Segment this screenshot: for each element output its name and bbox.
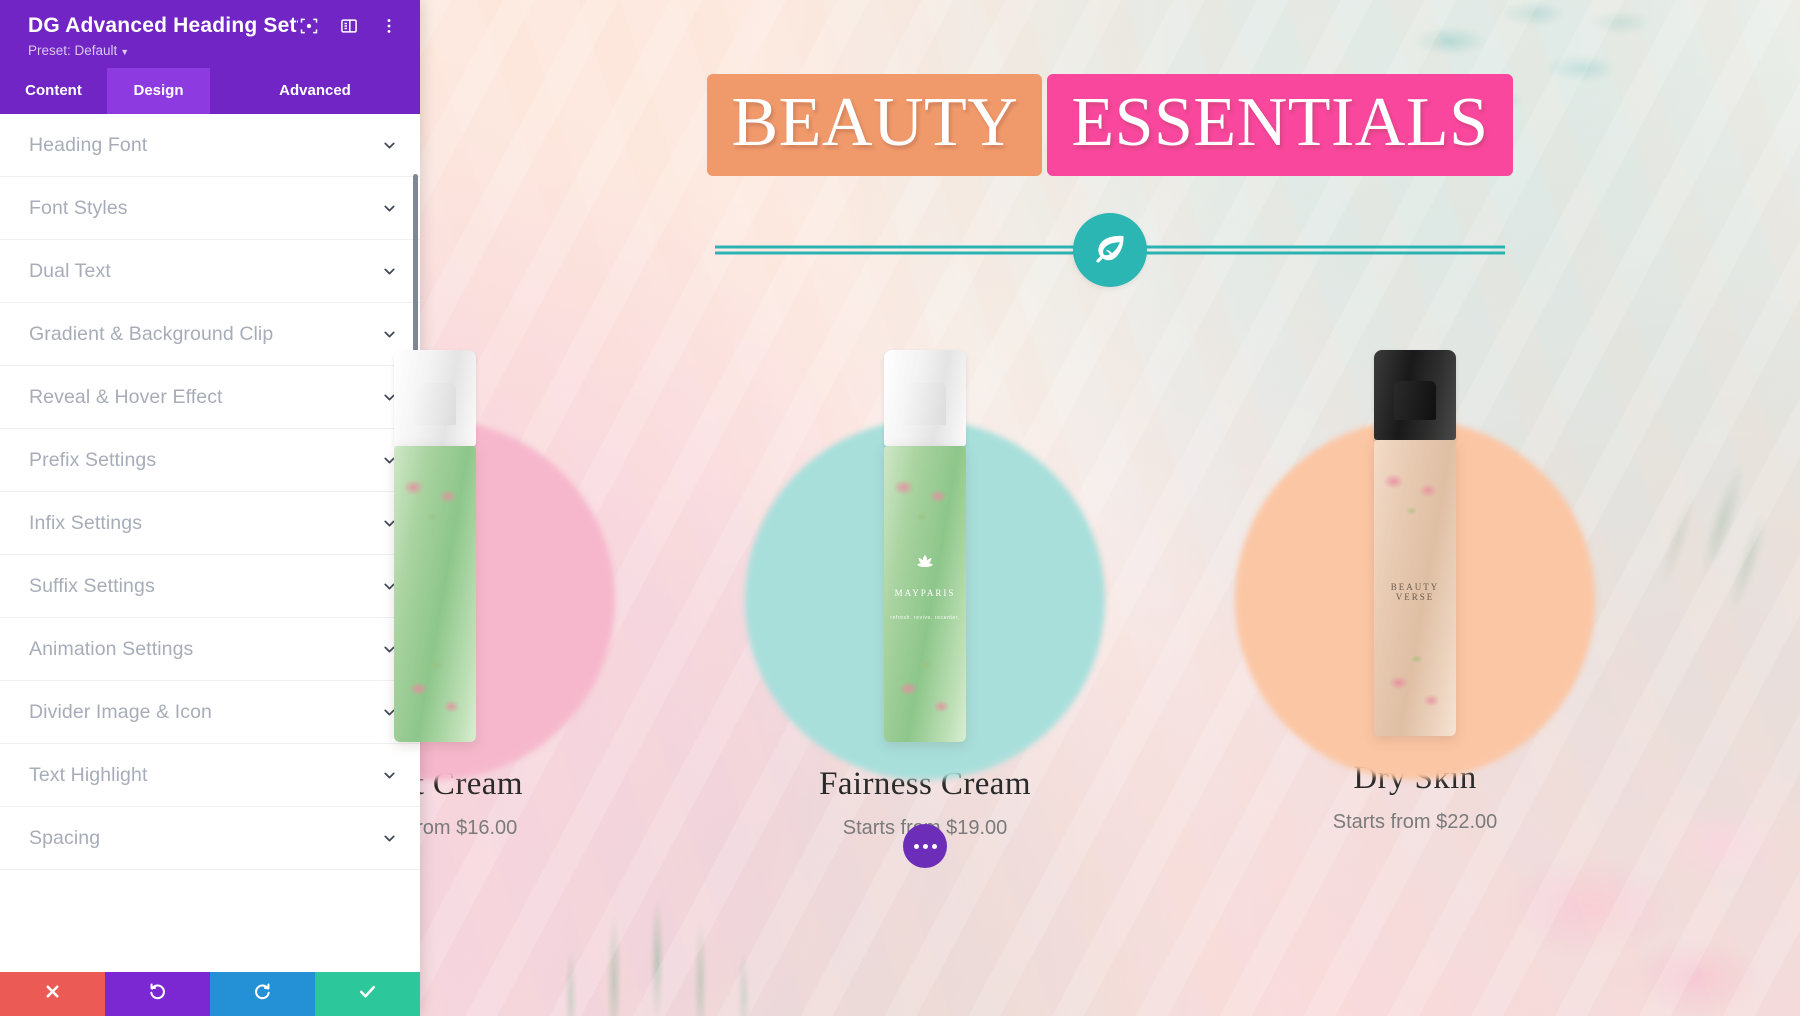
dot-icon (922, 843, 928, 849)
check-icon (358, 982, 377, 1006)
leaf-icon (1091, 231, 1129, 269)
product-card[interactable]: MAYPARIS refresh. revive. recenter. Fair… (710, 300, 1140, 868)
heading-line: BEAUTY ESSENTIALS (707, 74, 1513, 176)
panel-title: DG Advanced Heading Setti... (28, 14, 298, 37)
bottle-cap (394, 350, 476, 446)
chevron-down-icon (381, 767, 398, 784)
settings-row-gradient-background-clip[interactable]: Gradient & Background Clip (0, 303, 420, 366)
chevron-down-icon (381, 200, 398, 217)
undo-icon (148, 982, 167, 1006)
product-bottle-image: MAYPARIS refresh. revive. recenter. (884, 350, 966, 742)
settings-row-prefix-settings[interactable]: Prefix Settings (0, 429, 420, 492)
settings-row-dual-text[interactable]: Dual Text (0, 240, 420, 303)
bottle-brand-text: MAYPARIS (894, 588, 956, 599)
product-bottle-image: BEAUTY VERSE (1374, 350, 1456, 736)
settings-row-spacing[interactable]: Spacing (0, 807, 420, 870)
bottle-tagline-text: refresh. revive. recenter. (890, 614, 960, 621)
advanced-heading-module[interactable]: BEAUTY ESSENTIALS (420, 0, 1800, 292)
heading-suffix: ESSENTIALS (1047, 74, 1513, 176)
tab-design[interactable]: Design (107, 68, 210, 114)
product-price: Starts from $22.00 (1332, 811, 1498, 833)
module-settings-panel: DG Advanced Heading Setti... (0, 0, 420, 1016)
bottle-floral-print (394, 446, 476, 742)
settings-row-reveal-hover-effect[interactable]: Reveal & Hover Effect (0, 366, 420, 429)
settings-row-label: Gradient & Background Clip (29, 322, 274, 345)
settings-option-list: Heading Font Font Styles Dual Text Gradi… (0, 114, 420, 972)
close-icon (43, 982, 62, 1006)
dot-icon (913, 843, 919, 849)
settings-row-label: Dual Text (29, 259, 111, 282)
heading-divider (715, 208, 1505, 292)
panel-tabs: Content Design Advanced (0, 68, 420, 114)
panel-header-icons (298, 15, 404, 37)
bottle-body: MAYPARIS refresh. revive. recenter. (884, 446, 966, 742)
chevron-down-icon (381, 137, 398, 154)
settings-row-label: Font Styles (29, 196, 128, 219)
focus-frame-icon[interactable] (298, 15, 320, 37)
undo-button[interactable] (105, 972, 210, 1016)
settings-row-animation-settings[interactable]: Animation Settings (0, 618, 420, 681)
panel-header-top: DG Advanced Heading Setti... (28, 14, 404, 38)
redo-button[interactable] (210, 972, 315, 1016)
settings-row-label: Spacing (29, 826, 101, 849)
settings-row-label: Reveal & Hover Effect (29, 385, 223, 408)
bottle-body (394, 446, 476, 742)
bottle-brand-text: BEAUTY VERSE (1390, 582, 1440, 603)
chevron-down-icon (381, 830, 398, 847)
divider-badge (1073, 213, 1147, 287)
bottle-body: BEAUTY VERSE (1374, 440, 1456, 736)
layout-columns-icon[interactable] (338, 15, 360, 37)
save-button[interactable] (315, 972, 420, 1016)
settings-row-text-highlight[interactable]: Text Highlight (0, 744, 420, 807)
settings-row-heading-font[interactable]: Heading Font (0, 114, 420, 177)
product-card[interactable]: BEAUTY VERSE Dry Skin Starts from $22.00 (1200, 300, 1630, 834)
panel-header: DG Advanced Heading Setti... (0, 0, 420, 68)
settings-row-label: Animation Settings (29, 637, 194, 660)
redo-icon (253, 982, 272, 1006)
tab-content[interactable]: Content (0, 68, 107, 114)
settings-row-label: Text Highlight (29, 763, 148, 786)
settings-row-infix-settings[interactable]: Infix Settings (0, 492, 420, 555)
preset-selector[interactable]: Preset: Default ▼ (28, 43, 404, 58)
product-bottle-image (394, 350, 476, 742)
preset-label: Preset: Default (28, 43, 118, 58)
dot-icon (931, 843, 937, 849)
screen: BEAUTY ESSENTIALS Night Cream Starts fro… (0, 0, 1800, 1016)
bottle-cap (884, 350, 966, 446)
module-drag-handle[interactable] (903, 824, 947, 868)
settings-row-suffix-settings[interactable]: Suffix Settings (0, 555, 420, 618)
product-grid: Night Cream Starts from $16.00 MAYPARIS … (255, 300, 1800, 1016)
heading-prefix: BEAUTY (707, 74, 1043, 176)
lotus-logo-icon (914, 553, 936, 571)
chevron-down-icon (381, 263, 398, 280)
more-vertical-icon[interactable] (378, 15, 400, 37)
settings-row-font-styles[interactable]: Font Styles (0, 177, 420, 240)
cancel-button[interactable] (0, 972, 105, 1016)
chevron-down-icon: ▼ (120, 47, 130, 57)
settings-row-label: Suffix Settings (29, 574, 155, 597)
settings-row-label: Heading Font (29, 133, 148, 156)
settings-row-label: Divider Image & Icon (29, 700, 212, 723)
bottle-cap (1374, 350, 1456, 440)
settings-row-label: Prefix Settings (29, 448, 157, 471)
chevron-down-icon (381, 326, 398, 343)
settings-row-divider-image-icon[interactable]: Divider Image & Icon (0, 681, 420, 744)
panel-footer (0, 972, 420, 1016)
settings-row-label: Infix Settings (29, 511, 143, 534)
tab-advanced[interactable]: Advanced (210, 68, 420, 114)
